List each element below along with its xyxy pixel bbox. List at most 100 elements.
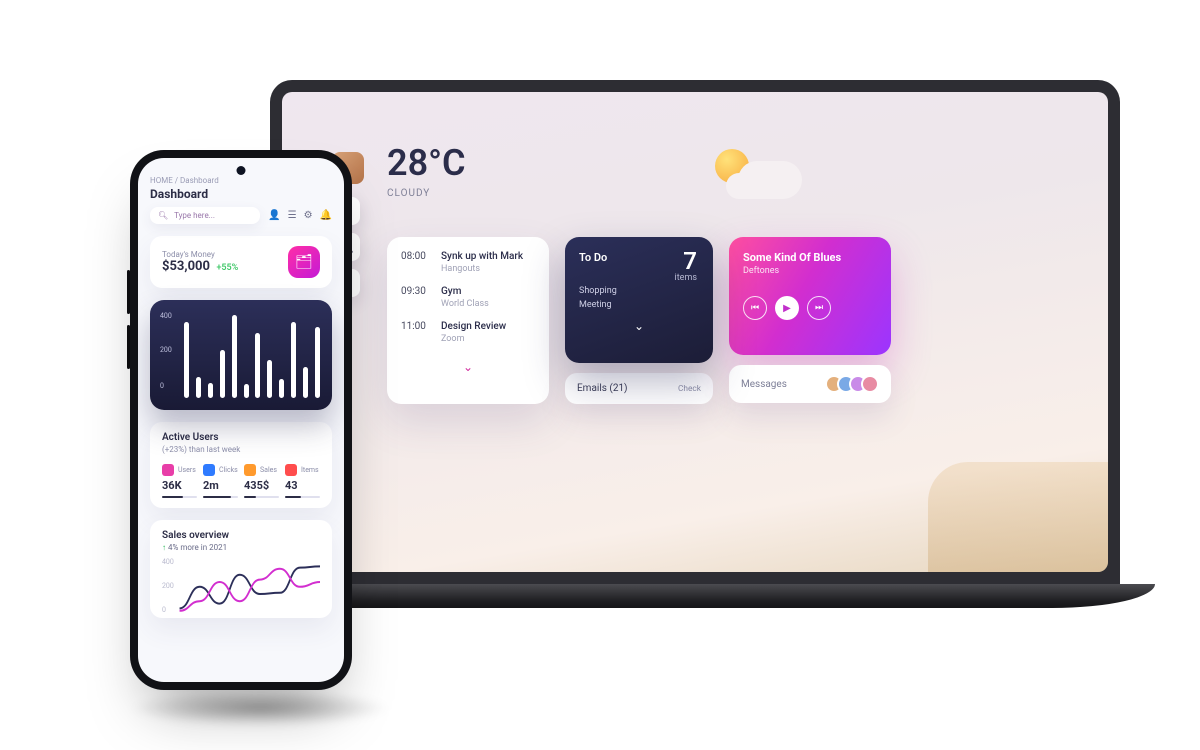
menu-icon[interactable]: ☰: [288, 210, 297, 221]
y-tick: 200: [162, 582, 174, 590]
y-tick: 200: [160, 346, 172, 354]
weather-condition: CLOUDY: [387, 188, 430, 199]
messages-label: Messages: [741, 379, 787, 390]
widget-row: 08:00 Synk up with Mark Hangouts 09:30 G…: [387, 237, 891, 404]
stat-bar: [162, 496, 197, 498]
header-icons: 👤 ☰ ⚙ 🔔: [268, 210, 332, 221]
stat-label: Sales: [260, 466, 277, 474]
bar: [196, 377, 201, 398]
stats-row: Users 36K Clicks 2m Sales 435$ Items 43: [162, 464, 320, 498]
schedule-time: 09:30: [401, 286, 433, 309]
bar: [244, 384, 249, 398]
stat-value: 36K: [162, 479, 197, 492]
stat-icon: [162, 464, 174, 476]
todo-card-title: To Do: [579, 251, 699, 264]
trend-up-icon: ↑: [162, 543, 166, 552]
todo-item: Shopping: [579, 284, 699, 298]
stat-label: Users: [178, 466, 196, 474]
y-tick: 0: [160, 382, 164, 390]
money-value: $53,000: [162, 259, 210, 274]
schedule-title: Synk up with Mark: [441, 251, 523, 262]
stat-bar: [285, 496, 320, 498]
schedule-title: Design Review: [441, 321, 506, 332]
schedule-sub: Hangouts: [441, 264, 523, 274]
messages-card[interactable]: Messages: [729, 365, 891, 403]
header-row: 🔍︎ Type here... 👤 ☰ ⚙ 🔔: [150, 207, 332, 224]
chevron-down-icon[interactable]: ⌄: [579, 319, 699, 333]
breadcrumb[interactable]: HOME / Dashboard: [150, 176, 332, 185]
todo-list: Shopping Meeting: [579, 284, 699, 313]
active-sub: (+23%) than last week: [162, 445, 320, 454]
wallet-icon: 🗂: [288, 246, 320, 278]
sales-sub: ↑ 4% more in 2021: [162, 543, 320, 552]
bar-chart-card[interactable]: 400 200 0: [150, 300, 332, 410]
background-decor: [928, 462, 1108, 572]
schedule-item[interactable]: 08:00 Synk up with Mark Hangouts: [401, 251, 535, 274]
bar: [208, 383, 213, 398]
sales-chart: 400 200 0: [162, 558, 320, 618]
stat-cell: Sales 435$: [244, 464, 279, 498]
bar: [220, 350, 225, 398]
money-label: Today's Money: [162, 250, 238, 259]
stat-bar: [203, 496, 238, 498]
stat-cell: Clicks 2m: [203, 464, 238, 498]
bar-area: [184, 312, 320, 398]
user-icon[interactable]: 👤: [268, 210, 280, 221]
stat-icon: [203, 464, 215, 476]
schedule-card[interactable]: 08:00 Synk up with Mark Hangouts 09:30 G…: [387, 237, 549, 404]
todo-card[interactable]: To Do 7 items Shopping Meeting ⌄: [565, 237, 713, 363]
stat-value: 43: [285, 479, 320, 492]
laptop-screen: ⌂ 🔍︎ − 28°C CLOUDY 08:00 Synk up with Ma…: [282, 92, 1108, 572]
active-users-card[interactable]: Active Users (+23%) than last week Users…: [150, 422, 332, 508]
bar: [232, 315, 237, 398]
bell-icon[interactable]: 🔔: [320, 210, 332, 221]
camera-notch: [237, 166, 246, 175]
bar: [184, 322, 189, 398]
stat-bar: [244, 496, 279, 498]
schedule-sub: Zoom: [441, 334, 506, 344]
laptop-mockup: ⌂ 🔍︎ − 28°C CLOUDY 08:00 Synk up with Ma…: [270, 80, 1120, 608]
next-icon[interactable]: ⏭: [807, 296, 831, 320]
todo-count-label: items: [675, 273, 697, 283]
line-chart: [162, 558, 320, 618]
music-controls: ⏮ ▶ ⏭: [743, 296, 877, 320]
sales-card[interactable]: Sales overview ↑ 4% more in 2021 400 200…: [150, 520, 332, 618]
track-title: Some Kind Of Blues: [743, 251, 877, 264]
gear-icon[interactable]: ⚙: [304, 210, 313, 221]
schedule-title: Gym: [441, 286, 489, 297]
stat-label: Clicks: [219, 466, 238, 474]
emails-action[interactable]: Check: [678, 384, 701, 394]
y-tick: 400: [160, 312, 172, 320]
chevron-down-icon[interactable]: ⌄: [401, 356, 535, 378]
stat-icon: [244, 464, 256, 476]
stat-value: 435$: [244, 479, 279, 492]
laptop-bezel: ⌂ 🔍︎ − 28°C CLOUDY 08:00 Synk up with Ma…: [270, 80, 1120, 584]
emails-card[interactable]: Emails (21) Check: [565, 373, 713, 404]
bar: [267, 360, 272, 398]
bar: [303, 367, 308, 398]
phone-shadow: [130, 690, 390, 726]
play-icon[interactable]: ▶: [775, 296, 799, 320]
todo-item: Meeting: [579, 298, 699, 312]
search-icon: 🔍︎: [158, 211, 168, 220]
bar: [315, 327, 320, 398]
money-delta: +55%: [216, 263, 238, 273]
money-card[interactable]: Today's Money $53,000 +55% 🗂: [150, 236, 332, 288]
prev-icon[interactable]: ⏮: [743, 296, 767, 320]
schedule-item[interactable]: 11:00 Design Review Zoom: [401, 321, 535, 344]
track-artist: Deftones: [743, 266, 877, 276]
avatar-stack: [825, 375, 879, 393]
bar: [291, 322, 296, 398]
search-input[interactable]: 🔍︎ Type here...: [150, 207, 260, 224]
weather-icon: [707, 147, 802, 207]
music-card[interactable]: Some Kind Of Blues Deftones ⏮ ▶ ⏭: [729, 237, 891, 355]
page-title: Dashboard: [150, 187, 332, 201]
schedule-item[interactable]: 09:30 Gym World Class: [401, 286, 535, 309]
stat-label: Items: [301, 466, 319, 474]
temperature: 28°C: [387, 142, 466, 184]
laptop-base: [235, 584, 1155, 608]
sales-title: Sales overview: [162, 530, 320, 541]
bar: [279, 379, 284, 398]
music-column: Some Kind Of Blues Deftones ⏮ ▶ ⏭ Messag…: [729, 237, 891, 404]
stat-value: 2m: [203, 479, 238, 492]
